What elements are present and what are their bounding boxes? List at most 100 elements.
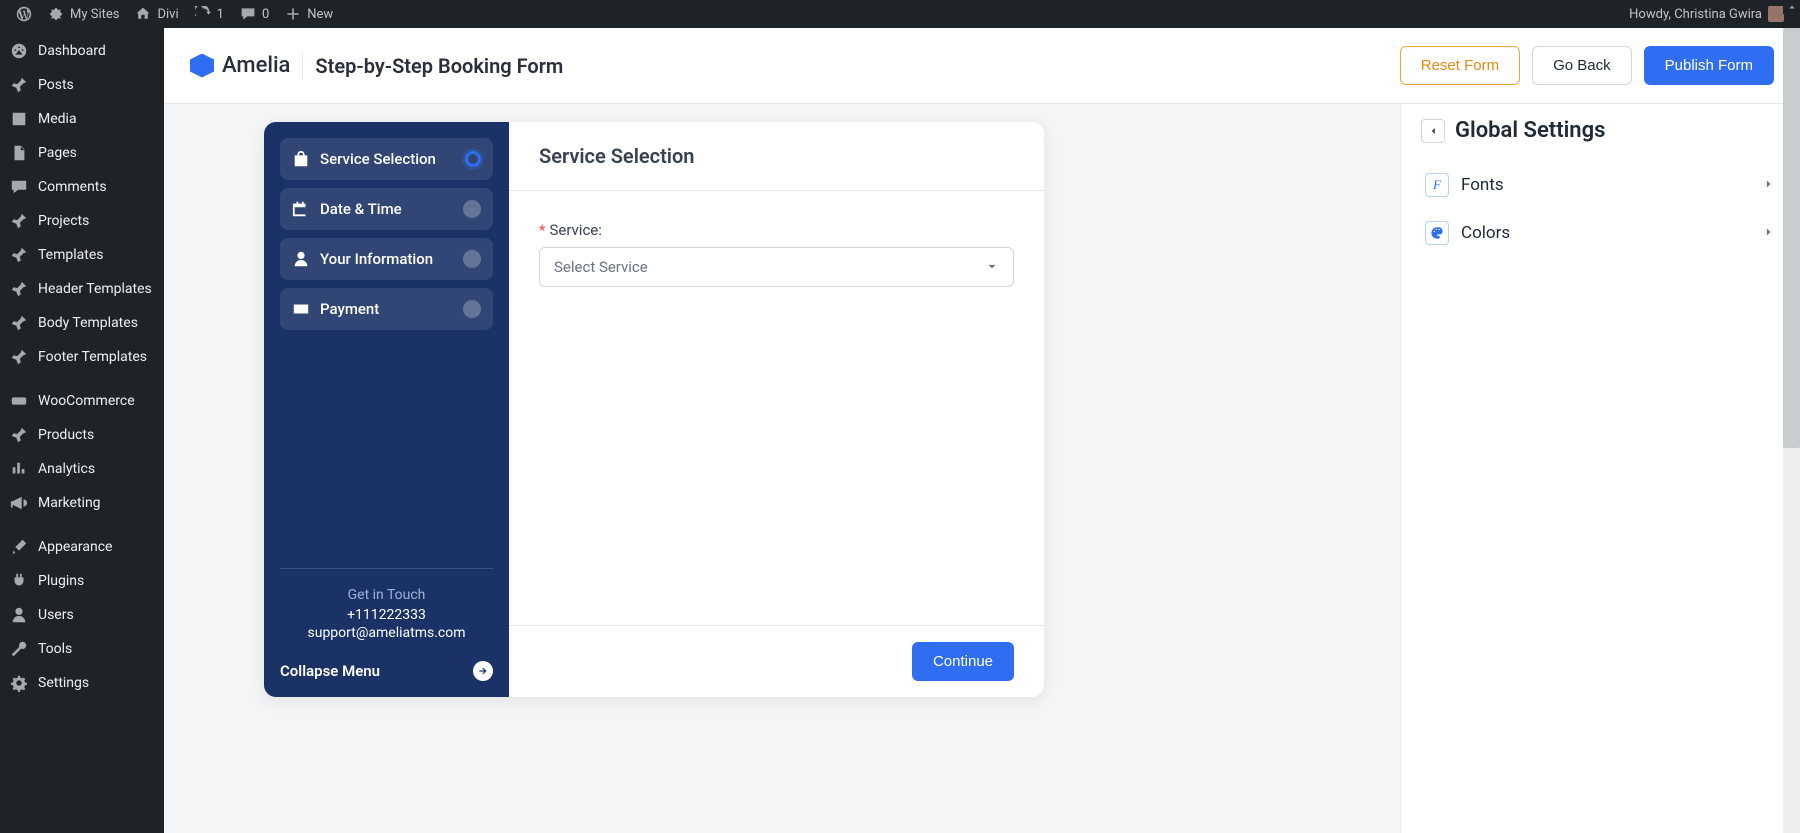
pin-icon: [10, 314, 28, 332]
new-link[interactable]: New: [277, 0, 341, 28]
refresh-icon: [195, 6, 211, 22]
my-sites-label: My Sites: [70, 7, 119, 22]
step-your-information[interactable]: Your Information: [280, 238, 493, 280]
wp-menu-label: Dashboard: [38, 43, 106, 59]
step-label: Service Selection: [320, 150, 455, 168]
bag-icon: [292, 150, 310, 168]
page-scrollbar[interactable]: [1783, 28, 1800, 833]
contact-phone: +111222333: [280, 607, 493, 623]
sites-icon: [48, 6, 64, 22]
wp-menu-appearance[interactable]: Appearance: [0, 530, 164, 564]
pages-icon: [10, 144, 28, 162]
font-icon: F: [1433, 177, 1441, 193]
setting-fonts[interactable]: F Fonts: [1421, 161, 1780, 209]
my-sites-link[interactable]: My Sites: [40, 0, 127, 28]
media-icon: [10, 110, 28, 128]
divider: [302, 52, 303, 80]
wp-menu-marketing[interactable]: Marketing: [0, 486, 164, 520]
comment-icon: [240, 6, 256, 22]
step-service-selection[interactable]: Service Selection: [280, 138, 493, 180]
wp-menu-label: Projects: [38, 213, 89, 229]
wp-menu-label: Plugins: [38, 573, 84, 589]
wp-menu-label: Appearance: [38, 539, 112, 555]
updates-count: 1: [217, 7, 224, 22]
wp-menu-label: Analytics: [38, 461, 95, 477]
wp-menu-label: Marketing: [38, 495, 101, 511]
step-payment[interactable]: Payment: [280, 288, 493, 330]
service-field-label: *Service:: [539, 221, 1014, 239]
wp-menu-dashboard[interactable]: Dashboard: [0, 34, 164, 68]
booking-sidebar: Service Selection Date & Time Your Informa…: [264, 122, 509, 697]
menu-separator: [0, 520, 164, 530]
chevron-right-icon: [1762, 176, 1776, 195]
comments-link[interactable]: 0: [232, 0, 277, 28]
wp-menu-label: Settings: [38, 675, 89, 691]
booking-card: Service Selection Date & Time Your Informa…: [264, 122, 1044, 697]
wp-admin-bar: My Sites Divi 1 0 New Howdy, Christina G…: [0, 0, 1800, 28]
wp-menu-label: Footer Templates: [38, 349, 147, 365]
analytics-icon: [10, 460, 28, 478]
wp-menu-header-templates[interactable]: Header Templates: [0, 272, 164, 306]
builder-canvas: Service Selection Date & Time Your Informa…: [164, 104, 1400, 833]
wp-menu-posts[interactable]: Posts: [0, 68, 164, 102]
dashboard-icon: [10, 42, 28, 60]
publish-form-button[interactable]: Publish Form: [1644, 46, 1774, 85]
pin-icon: [10, 212, 28, 230]
pin-icon: [10, 246, 28, 264]
wp-menu-users[interactable]: Users: [0, 598, 164, 632]
amelia-logo: Amelia: [190, 53, 290, 78]
wp-admin-sidebar: Dashboard PostsMedia Pages Comments Projects…: [0, 28, 164, 833]
wp-menu-plugins[interactable]: Plugins: [0, 564, 164, 598]
wp-menu-settings[interactable]: Settings: [0, 666, 164, 700]
wp-menu-tools[interactable]: Tools: [0, 632, 164, 666]
wp-menu-footer-templates[interactable]: Footer Templates: [0, 340, 164, 374]
amelia-logo-icon: [190, 54, 214, 78]
howdy-link[interactable]: Howdy, Christina Gwira: [1621, 0, 1792, 28]
wp-menu-label: Pages: [38, 145, 77, 161]
collapse-menu-button[interactable]: Collapse Menu: [280, 661, 493, 681]
wp-menu-pages[interactable]: Pages: [0, 136, 164, 170]
service-select[interactable]: Select Service: [539, 247, 1014, 287]
settings-back-button[interactable]: [1421, 119, 1445, 143]
continue-button[interactable]: Continue: [912, 642, 1014, 681]
wp-menu-body-templates[interactable]: Body Templates: [0, 306, 164, 340]
service-select-placeholder: Select Service: [554, 258, 648, 276]
setting-label: Colors: [1461, 223, 1750, 243]
wp-menu-projects[interactable]: Projects: [0, 204, 164, 238]
wp-menu-analytics[interactable]: Analytics: [0, 452, 164, 486]
wp-logo[interactable]: [8, 0, 40, 28]
amelia-brand-text: Amelia: [222, 53, 290, 78]
reset-form-button[interactable]: Reset Form: [1400, 46, 1520, 85]
wrench-icon: [10, 640, 28, 658]
step-indicator: [463, 250, 481, 268]
wp-menu-label: Products: [38, 427, 94, 443]
setting-label: Fonts: [1461, 175, 1750, 195]
wp-menu-woocommerce[interactable]: WooCommerce: [0, 384, 164, 418]
go-back-button[interactable]: Go Back: [1532, 46, 1632, 85]
step-indicator: [463, 300, 481, 318]
wp-menu-media[interactable]: Media: [0, 102, 164, 136]
screen-options-toggle[interactable]: [1783, 0, 1800, 14]
pin-icon: [10, 76, 28, 94]
step-label: Payment: [320, 300, 453, 318]
howdy-label: Howdy, Christina Gwira: [1629, 7, 1762, 22]
settings-title: Global Settings: [1455, 118, 1605, 143]
pin-icon: [10, 280, 28, 298]
wp-menu-templates[interactable]: Templates: [0, 238, 164, 272]
home-icon: [135, 6, 151, 22]
collapse-menu-label: Collapse Menu: [280, 662, 380, 680]
step-date-time[interactable]: Date & Time: [280, 188, 493, 230]
user-icon: [292, 250, 310, 268]
step-indicator: [465, 151, 481, 167]
comments-count: 0: [262, 7, 269, 22]
chevron-left-icon: [1427, 125, 1439, 137]
wp-menu-comments[interactable]: Comments: [0, 170, 164, 204]
chevron-down-icon: [985, 260, 999, 274]
wp-menu-products[interactable]: Products: [0, 418, 164, 452]
avatar: [1768, 6, 1784, 22]
setting-colors[interactable]: Colors: [1421, 209, 1780, 257]
site-name-link[interactable]: Divi: [127, 0, 186, 28]
arrow-right-icon: [473, 661, 493, 681]
wp-menu-label: Comments: [38, 179, 107, 195]
updates-link[interactable]: 1: [187, 0, 232, 28]
